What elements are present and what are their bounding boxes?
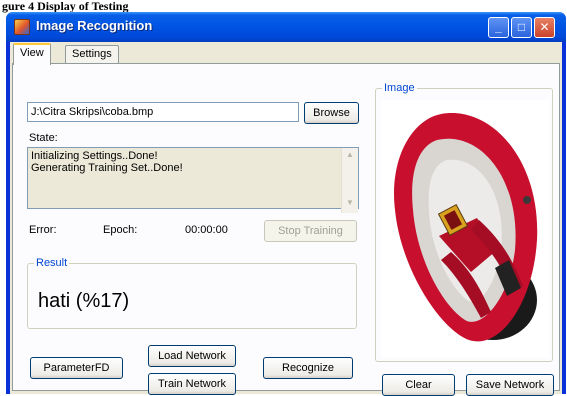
scroll-down-icon[interactable]: ▼ xyxy=(345,198,355,207)
load-network-button[interactable]: Load Network xyxy=(148,345,236,367)
train-network-button[interactable]: Train Network xyxy=(148,373,236,395)
tab-view[interactable]: View xyxy=(13,43,51,65)
state-label: State: xyxy=(29,132,58,144)
epoch-label: Epoch: xyxy=(103,224,138,236)
maximize-icon: □ xyxy=(517,20,526,34)
scroll-up-icon[interactable]: ▲ xyxy=(345,150,355,159)
result-group-title: Result xyxy=(34,257,70,269)
error-label: Error: xyxy=(29,224,57,236)
window-client: View Settings J:\Citra Skripsi\coba.bmp … xyxy=(10,42,562,396)
app-window: Image Recognition _ □ ✕ View Settings J:… xyxy=(6,12,566,396)
close-icon: ✕ xyxy=(539,20,550,34)
result-value: hati (%17) xyxy=(38,290,130,312)
sandal-image xyxy=(381,100,549,358)
sandal-photo-icon xyxy=(394,113,538,342)
file-path-field[interactable]: J:\Citra Skripsi\coba.bmp xyxy=(27,102,299,122)
minimize-icon: _ xyxy=(495,20,502,34)
elapsed-time: 00:00:00 xyxy=(185,224,228,236)
save-network-button[interactable]: Save Network xyxy=(466,374,554,396)
image-group-title: Image xyxy=(382,82,417,94)
stop-training-button[interactable]: Stop Training xyxy=(264,220,357,242)
maximize-button[interactable]: □ xyxy=(511,17,532,38)
recognize-button[interactable]: Recognize xyxy=(263,357,353,379)
view-tab-page: J:\Citra Skripsi\coba.bmp Browse State: … xyxy=(12,63,560,396)
clear-button[interactable]: Clear xyxy=(382,374,455,396)
state-line-2: Generating Training Set..Done! xyxy=(31,162,183,174)
close-button[interactable]: ✕ xyxy=(534,17,555,38)
state-line-1: Initializing Settings..Done! xyxy=(31,150,158,162)
state-scrollbar[interactable]: ▲ ▼ xyxy=(341,148,358,213)
app-icon xyxy=(14,19,30,35)
browse-button[interactable]: Browse xyxy=(304,102,359,124)
window-title: Image Recognition xyxy=(36,18,153,33)
title-bar[interactable]: Image Recognition _ □ ✕ xyxy=(6,12,566,42)
state-textbox[interactable]: Initializing Settings..Done! Generating … xyxy=(27,147,359,213)
parameter-fd-button[interactable]: ParameterFD xyxy=(30,357,123,379)
tab-settings[interactable]: Settings xyxy=(65,45,119,64)
result-group: Result hati (%17) xyxy=(27,257,357,329)
minimize-button[interactable]: _ xyxy=(488,17,509,38)
